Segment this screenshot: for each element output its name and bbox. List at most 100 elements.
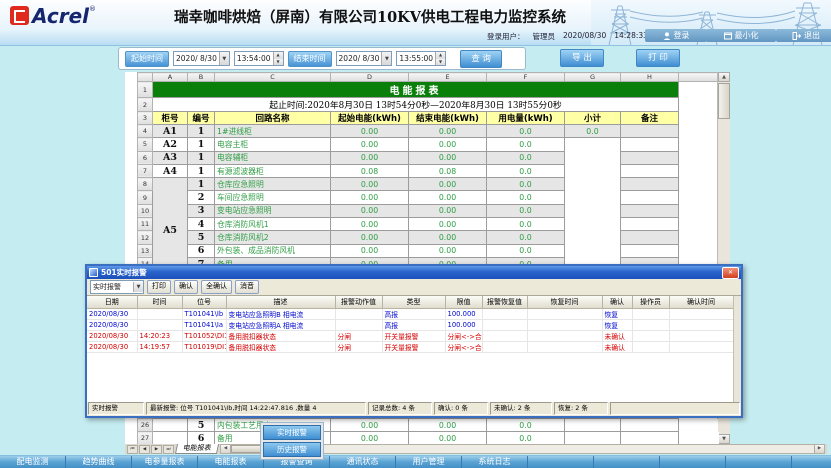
row-number[interactable]: 26 [138, 419, 153, 432]
scroll-left-icon[interactable]: ◀ [221, 445, 231, 453]
usage-cell[interactable]: 0.0 [487, 218, 565, 231]
nav-tab-0[interactable]: 配电监测 [0, 456, 66, 468]
start-energy-cell[interactable]: 0.00 [331, 151, 409, 164]
end-time-spinner[interactable]: 13:55:00 ▲ ▼ [396, 51, 446, 66]
sheet-corner-cell[interactable] [138, 73, 153, 82]
circuit-name-cell[interactable]: 仓库消防风机1 [215, 218, 331, 231]
chevron-down-icon[interactable]: ▼ [219, 52, 229, 65]
subtotal-cell[interactable] [565, 419, 621, 432]
report-column-header-7[interactable]: 备注 [621, 112, 679, 125]
column-header-G[interactable]: G [565, 73, 621, 82]
report-column-header-5[interactable]: 用电量(kWh) [487, 112, 565, 125]
cabinet-cell[interactable]: A3 [153, 151, 188, 164]
usage-cell[interactable]: 0.0 [487, 419, 565, 432]
query-button[interactable]: 查 询 [460, 50, 502, 68]
cabinet-cell[interactable]: A2 [153, 138, 188, 151]
row-number[interactable]: 9 [138, 191, 153, 204]
exit-button[interactable]: 退出 [776, 29, 831, 42]
alarm-column-header-4[interactable]: 报警动作值 [335, 296, 382, 309]
circuit-name-cell[interactable]: 车间应急照明 [215, 191, 331, 204]
login-button[interactable]: 登录 [645, 29, 707, 42]
dialog-titlebar[interactable]: 501实时报警 ✕ [87, 266, 741, 279]
circuit-name-cell[interactable]: 变电站应急照明 [215, 204, 331, 217]
column-header-F[interactable]: F [487, 73, 565, 82]
start-energy-cell[interactable]: 0.00 [331, 191, 409, 204]
print-button[interactable]: 打 印 [636, 49, 680, 67]
export-button[interactable]: 导 出 [560, 49, 604, 67]
circuit-number-cell[interactable]: 1 [188, 138, 215, 151]
circuit-number-cell[interactable]: 4 [188, 218, 215, 231]
dialog-button-2[interactable]: 全确认 [201, 280, 232, 294]
scroll-up-icon[interactable]: ▲ [718, 72, 730, 82]
column-header-D[interactable]: D [331, 73, 409, 82]
chevron-down-icon[interactable]: ▼ [133, 282, 143, 292]
start-energy-cell[interactable]: 0.00 [331, 218, 409, 231]
tab-first-icon[interactable]: ⏮ [127, 445, 138, 454]
alarm-column-header-6[interactable]: 限值 [445, 296, 482, 309]
tab-last-icon[interactable]: ⏭ [163, 445, 174, 454]
start-time-spinner[interactable]: 13:54:00 ▲ ▼ [234, 51, 284, 66]
start-energy-cell[interactable]: 0.00 [331, 138, 409, 151]
circuit-number-cell[interactable]: 3 [188, 204, 215, 217]
remark-cell[interactable] [621, 151, 679, 164]
nav-tab-7[interactable]: 系统日志 [462, 456, 528, 468]
usage-cell[interactable]: 0.0 [487, 191, 565, 204]
end-energy-cell[interactable]: 0.00 [409, 151, 487, 164]
row-number[interactable]: 1 [138, 82, 153, 98]
start-energy-cell[interactable]: 0.08 [331, 164, 409, 177]
end-energy-cell[interactable]: 0.00 [409, 244, 487, 257]
start-energy-cell[interactable]: 0.00 [331, 125, 409, 138]
start-energy-cell[interactable]: 0.00 [331, 244, 409, 257]
nav-tab-5[interactable]: 通讯状态 [330, 456, 396, 468]
start-energy-cell[interactable]: 0.00 [331, 231, 409, 244]
circuit-name-cell[interactable]: 仓库消防风机2 [215, 231, 331, 244]
column-header-B[interactable]: B [188, 73, 215, 82]
remark-cell[interactable] [621, 164, 679, 177]
scroll-down-icon[interactable]: ▼ [718, 434, 730, 444]
report-column-header-4[interactable]: 结束电能(kWh) [409, 112, 487, 125]
alarm-column-header-3[interactable]: 描述 [226, 296, 335, 309]
nav-tab-1[interactable]: 趋势曲线 [66, 456, 132, 468]
end-date-picker[interactable]: 2020/ 8/30 ▼ [336, 51, 393, 66]
nav-tab-6[interactable]: 用户管理 [396, 456, 462, 468]
circuit-number-cell[interactable]: 1 [188, 125, 215, 138]
row-number[interactable]: 3 [138, 112, 153, 125]
end-energy-cell[interactable]: 0.00 [409, 231, 487, 244]
column-header-C[interactable]: C [215, 73, 331, 82]
usage-cell[interactable]: 0.0 [487, 164, 565, 177]
alarm-column-header-5[interactable]: 类型 [382, 296, 445, 309]
popup-item-0[interactable]: 实时报警 [263, 425, 321, 440]
dialog-button-0[interactable]: 打印 [147, 280, 171, 294]
dialog-button-1[interactable]: 确认 [174, 280, 198, 294]
scroll-right-icon[interactable]: ▶ [814, 445, 824, 453]
circuit-name-cell[interactable]: 有源滤波器柜 [215, 164, 331, 177]
report-title-cell[interactable]: 电能报表 [153, 82, 679, 98]
end-energy-cell[interactable]: 0.00 [409, 419, 487, 432]
end-energy-cell[interactable]: 0.00 [409, 191, 487, 204]
usage-cell[interactable]: 0.0 [487, 125, 565, 138]
start-date-picker[interactable]: 2020/ 8/30 ▼ [173, 51, 230, 66]
circuit-name-cell[interactable]: 仓库应急照明 [215, 178, 331, 191]
circuit-number-cell[interactable]: 6 [188, 244, 215, 257]
circuit-name-cell[interactable]: 1#进线柜 [215, 125, 331, 138]
remark-cell[interactable] [621, 244, 679, 257]
circuit-number-cell[interactable]: 5 [188, 419, 215, 432]
column-header-H[interactable]: H [621, 73, 679, 82]
cabinet-cell[interactable] [153, 419, 188, 432]
alarm-column-header-0[interactable]: 日期 [87, 296, 137, 309]
remark-cell[interactable] [621, 138, 679, 151]
alarm-column-header-1[interactable]: 时间 [137, 296, 182, 309]
circuit-name-cell[interactable]: 外包装、成品消防风机 [215, 244, 331, 257]
row-number[interactable]: 2 [138, 98, 153, 112]
report-column-header-2[interactable]: 回路名称 [215, 112, 331, 125]
usage-cell[interactable]: 0.0 [487, 151, 565, 164]
minimize-button[interactable]: 最小化 [706, 29, 776, 42]
alarm-mode-select[interactable]: 实时报警 ▼ [90, 280, 144, 294]
alarm-column-header-9[interactable]: 确认 [602, 296, 632, 309]
row-number[interactable]: 7 [138, 164, 153, 177]
row-number[interactable]: 4 [138, 125, 153, 138]
row-number[interactable]: 11 [138, 218, 153, 231]
subtotal-cell-merged[interactable] [565, 138, 621, 284]
remark-cell[interactable] [621, 419, 679, 432]
column-header-A[interactable]: A [153, 73, 188, 82]
